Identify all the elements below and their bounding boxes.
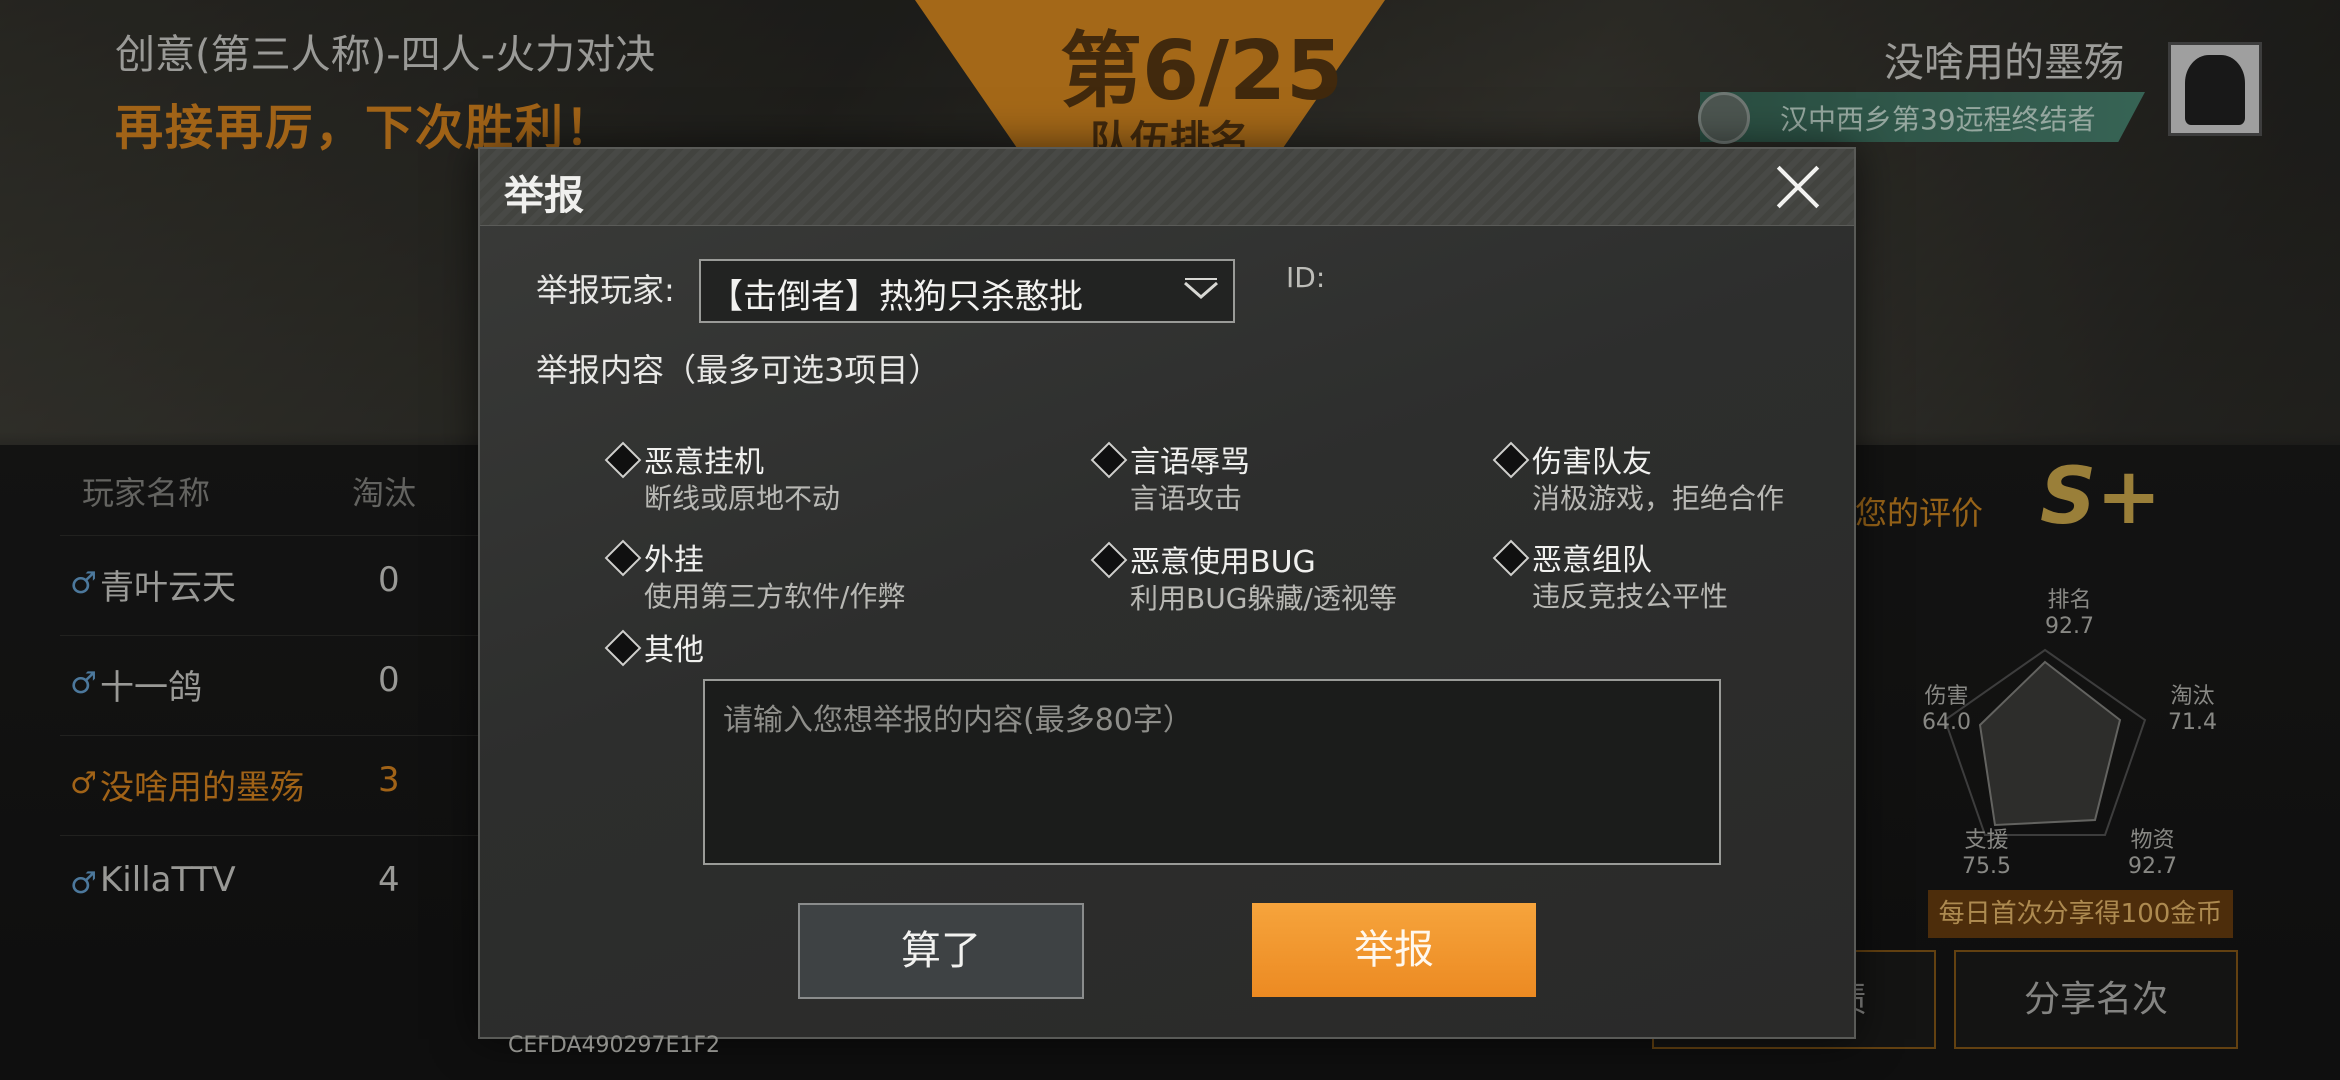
checkbox-diamond-icon — [1090, 541, 1128, 579]
dialog-header: 举报 — [480, 149, 1854, 226]
player-select-value: 【击倒者】热狗只杀憨批 — [709, 277, 1083, 317]
checkbox-diamond-icon — [1492, 539, 1530, 577]
option-subtitle: 消极游戏，拒绝合作 — [1532, 482, 1785, 515]
option-subtitle: 使用第三方软件/作弊 — [644, 580, 906, 613]
checkbox-diamond-icon — [604, 539, 642, 577]
report-player-label: 举报玩家: — [536, 271, 675, 309]
option-subtitle: 断线或原地不动 — [644, 482, 841, 515]
option-title: 恶意组队 — [1532, 543, 1652, 578]
checkbox-diamond-icon — [1090, 441, 1128, 479]
option-title: 恶意使用BUG — [1130, 545, 1316, 580]
option-title: 其他 — [644, 633, 704, 668]
player-select[interactable]: 【击倒者】热狗只杀憨批 — [699, 259, 1235, 323]
option-title: 外挂 — [644, 543, 704, 578]
checkbox-diamond-icon — [604, 629, 642, 667]
report-dialog: 举报 举报玩家: 【击倒者】热狗只杀憨批 ID: 举报内容（最多可选3项目） 恶… — [478, 147, 1856, 1058]
checkbox-diamond-icon — [604, 441, 642, 479]
option-subtitle: 违反竞技公平性 — [1532, 580, 1729, 613]
option-title: 言语辱骂 — [1130, 445, 1250, 480]
report-text-input[interactable] — [703, 679, 1721, 865]
player-id-label: ID: — [1286, 261, 1326, 294]
option-title: 伤害队友 — [1532, 445, 1652, 480]
option-subtitle: 利用BUG躲藏/透视等 — [1130, 582, 1397, 615]
cancel-button[interactable]: 算了 — [798, 903, 1084, 999]
report-content-label: 举报内容（最多可选3项目） — [536, 351, 941, 389]
device-id-watermark: CEFDA490297E1F2 — [508, 1033, 721, 1058]
option-subtitle: 言语攻击 — [1130, 482, 1243, 515]
chevron-down-icon — [1184, 278, 1218, 299]
option-title: 恶意挂机 — [644, 445, 764, 480]
report-submit-button[interactable]: 举报 — [1252, 903, 1536, 997]
close-icon[interactable] — [1774, 163, 1822, 211]
dialog-title: 举报 — [504, 173, 584, 219]
checkbox-diamond-icon — [1492, 441, 1530, 479]
